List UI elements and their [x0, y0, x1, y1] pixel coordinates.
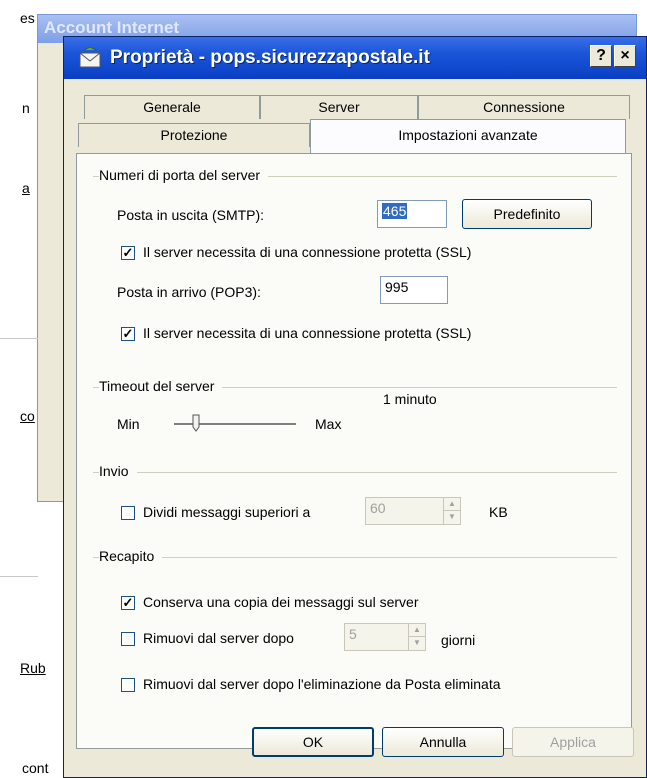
advanced-settings-panel: Numeri di porta del server Posta in usci… — [76, 153, 632, 749]
cancel-button[interactable]: Annulla — [382, 727, 504, 757]
background-fragment: n — [22, 100, 30, 116]
pop3-ssl-label: Il server necessita di una connessione p… — [143, 325, 472, 341]
remove-after-checkbox[interactable] — [121, 632, 135, 646]
group-divider — [93, 557, 617, 558]
timeout-slider-thumb[interactable] — [192, 414, 200, 432]
help-button[interactable]: ? — [590, 45, 612, 67]
tab-connessione[interactable]: Connessione — [418, 95, 630, 119]
dialog-titlebar[interactable]: Proprietà - pops.sicurezzapostale.it ? × — [64, 37, 646, 79]
background-fragment: cont — [22, 760, 49, 776]
background-divider — [0, 576, 38, 577]
tab-impostazioni-avanzate[interactable]: Impostazioni avanzate — [310, 119, 626, 153]
sending-group-label: Invio — [99, 463, 137, 479]
background-fragment: es — [20, 10, 35, 26]
close-button[interactable]: × — [614, 45, 636, 67]
smtp-port-input[interactable]: 465 — [377, 200, 447, 228]
apply-button[interactable]: Applica — [512, 727, 634, 757]
group-divider — [93, 472, 617, 473]
timeout-group-label: Timeout del server — [99, 378, 223, 394]
timeout-value: 1 minuto — [383, 391, 437, 407]
delivery-group-label: Recapito — [99, 548, 163, 564]
smtp-label: Posta in uscita (SMTP): — [117, 207, 265, 223]
split-messages-label: Dividi messaggi superiori a — [143, 504, 311, 520]
pop3-label: Posta in arrivo (POP3): — [117, 284, 261, 300]
smtp-ssl-checkbox[interactable]: ✓ — [121, 246, 135, 260]
days-label: giorni — [441, 632, 476, 648]
smtp-ssl-label: Il server necessita di una connessione p… — [143, 244, 472, 260]
pop3-ssl-checkbox[interactable]: ✓ — [121, 327, 135, 341]
keep-copy-checkbox[interactable]: ✓ — [121, 596, 135, 610]
ports-group-label: Numeri di porta del server — [99, 167, 269, 183]
split-unit-label: KB — [489, 504, 508, 520]
tab-generale[interactable]: Generale — [84, 95, 260, 119]
dialog-title: Proprietà - pops.sicurezzapostale.it — [110, 47, 430, 68]
background-link[interactable]: co — [20, 408, 35, 424]
mail-account-icon — [79, 47, 101, 68]
spinner-down-icon[interactable]: ▼ — [444, 511, 460, 524]
split-messages-checkbox[interactable] — [121, 506, 135, 520]
tab-server[interactable]: Server — [260, 95, 418, 119]
remove-deleted-checkbox[interactable] — [121, 678, 135, 692]
timeout-min-label: Min — [117, 416, 140, 432]
pop3-port-input[interactable]: 995 — [380, 276, 448, 304]
remove-after-label: Rimuovi dal server dopo — [143, 630, 294, 646]
split-size-spinner[interactable]: ▲ ▼ — [443, 497, 461, 525]
keep-copy-label: Conserva una copia dei messaggi sul serv… — [143, 594, 419, 610]
spinner-down-icon[interactable]: ▼ — [409, 637, 425, 650]
tab-protezione[interactable]: Protezione — [78, 123, 310, 147]
spinner-up-icon[interactable]: ▲ — [444, 498, 460, 511]
background-divider — [0, 338, 38, 339]
default-ports-button[interactable]: Predefinito — [462, 199, 592, 229]
properties-dialog: Proprietà - pops.sicurezzapostale.it ? ×… — [63, 36, 647, 778]
ok-button[interactable]: OK — [252, 727, 374, 757]
remove-after-spinner[interactable]: ▲ ▼ — [408, 623, 426, 651]
background-link[interactable]: Rub — [20, 660, 46, 676]
spinner-up-icon[interactable]: ▲ — [409, 624, 425, 637]
remove-deleted-label: Rimuovi dal server dopo l'eliminazione d… — [143, 676, 501, 692]
timeout-max-label: Max — [315, 416, 342, 432]
background-link[interactable]: a — [22, 180, 30, 196]
background-window-title: Account Internet — [44, 18, 180, 37]
